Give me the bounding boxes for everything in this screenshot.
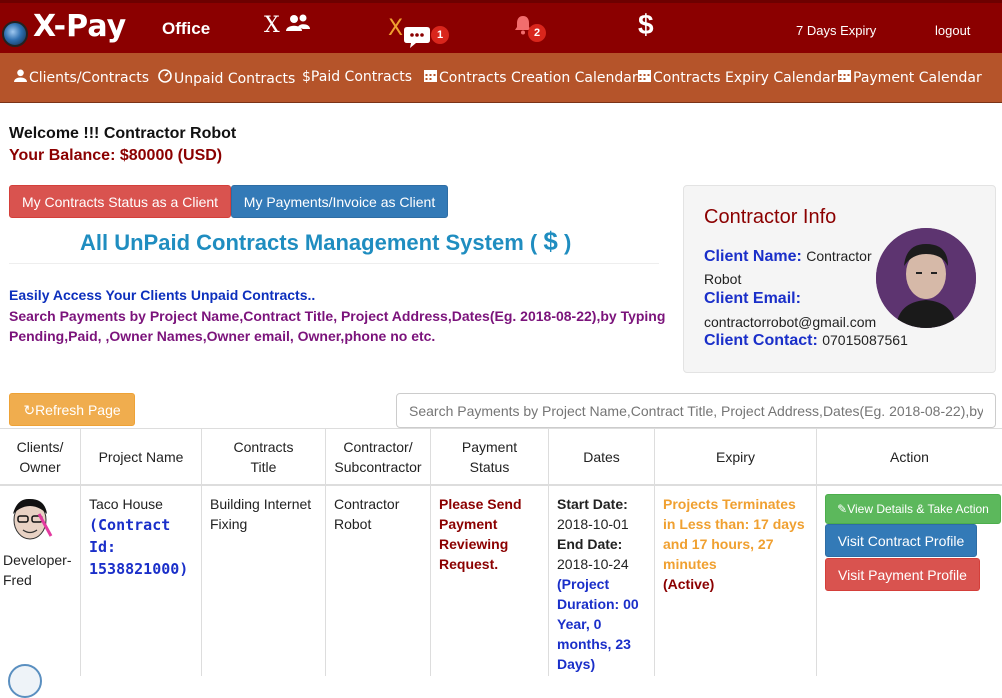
messages-badge: 1 bbox=[431, 26, 449, 44]
calendar-icon bbox=[838, 70, 851, 82]
project-name: Taco House bbox=[89, 496, 163, 512]
contract-id: (Contract Id: 1538821000) bbox=[89, 516, 189, 578]
client-contact-value: 07015087561 bbox=[822, 332, 908, 348]
notifications-link[interactable]: 2 bbox=[514, 15, 546, 42]
nav-clients-contracts[interactable]: Clients/Contracts bbox=[14, 69, 149, 86]
nav-expiry-calendar[interactable]: Contracts Expiry Calendar bbox=[638, 69, 836, 86]
col-header-action: Action bbox=[817, 428, 1002, 486]
active-status: (Active) bbox=[663, 576, 715, 592]
col-header-status: Payment Status bbox=[431, 428, 549, 486]
contractor-info-panel: Contractor Info Client Name: Contractor … bbox=[683, 185, 996, 373]
end-date-value: 2018-10-24 bbox=[557, 556, 629, 572]
start-date-label: Start Date: bbox=[557, 496, 628, 512]
description-line: Easily Access Your Clients Unpaid Contra… bbox=[9, 287, 316, 303]
page-title: All UnPaid Contracts Management System (… bbox=[80, 226, 571, 257]
calendar-icon bbox=[638, 70, 651, 82]
dashboard-icon bbox=[158, 69, 172, 83]
page-title-dollar: $ bbox=[543, 226, 558, 256]
client-name-label: Client Name: bbox=[704, 248, 802, 265]
col-header-title: Contracts Title bbox=[202, 428, 326, 486]
payments-invoice-button[interactable]: My Payments/Invoice as Client bbox=[231, 185, 448, 218]
expiry-countdown: Projects Terminates in Less than: 17 days… bbox=[663, 496, 805, 572]
user-icon bbox=[14, 69, 27, 82]
nav-label: Clients/Contracts bbox=[29, 70, 150, 86]
users-icon bbox=[286, 14, 310, 31]
end-date-label: End Date: bbox=[557, 536, 623, 552]
contractor-avatar bbox=[876, 228, 976, 328]
client-name-value-cont: Robot bbox=[704, 271, 742, 287]
page-title-close: ) bbox=[563, 230, 572, 255]
col-header-project: Project Name bbox=[81, 428, 202, 486]
x-letter: X bbox=[264, 13, 280, 38]
nav-label: Contracts Expiry Calendar bbox=[653, 70, 837, 86]
start-date-value: 2018-10-01 bbox=[557, 516, 629, 532]
brand-name: X-Pay bbox=[33, 9, 127, 44]
globe-icon bbox=[2, 21, 28, 47]
client-name-value: Contractor bbox=[806, 248, 872, 264]
view-details-button[interactable]: ✎View Details & Take Action bbox=[825, 494, 1001, 524]
owner-name: Developer- Fred bbox=[3, 552, 72, 588]
client-name-row: Client Name: Contractor bbox=[704, 248, 872, 266]
cell-expiry: Projects Terminates in Less than: 17 days… bbox=[655, 486, 817, 676]
cell-owner: Developer- Fred bbox=[0, 486, 81, 698]
refresh-label: Refresh Page bbox=[35, 402, 121, 418]
welcome-text: Welcome !!! Contractor Robot bbox=[9, 125, 237, 142]
col-header-contractor: Contractor/Subcontractor bbox=[326, 428, 431, 486]
cell-action: ✎View Details & Take Action Visit Contra… bbox=[817, 486, 1002, 676]
nav-payment-calendar[interactable]: Payment Calendar bbox=[838, 69, 982, 86]
contracts-status-button[interactable]: My Contracts Status as a Client bbox=[9, 185, 231, 218]
col-header-expiry: Expiry bbox=[655, 428, 817, 486]
nav-paid-contracts[interactable]: $Paid Contracts bbox=[302, 69, 412, 85]
client-contact-label: Client Contact: bbox=[704, 332, 818, 349]
globe-icon bbox=[8, 664, 42, 698]
nav-label: Payment Calendar bbox=[853, 70, 982, 86]
calendar-icon bbox=[424, 70, 437, 82]
client-contact-row: Client Contact: 07015087561 bbox=[704, 332, 908, 350]
view-details-label: View Details & Take Action bbox=[847, 502, 989, 516]
search-input[interactable] bbox=[396, 393, 996, 428]
pencil-icon: ✎ bbox=[837, 502, 848, 516]
refresh-icon: ↻ bbox=[23, 402, 36, 418]
users-link[interactable]: X bbox=[264, 13, 310, 38]
refresh-page-button[interactable]: ↻Refresh Page bbox=[9, 393, 135, 426]
balance-text: Your Balance: $80000 (USD) bbox=[9, 147, 223, 164]
nav-unpaid-contracts[interactable]: Unpaid Contracts bbox=[158, 69, 295, 87]
page-title-text: All UnPaid Contracts Management System ( bbox=[80, 230, 538, 255]
info-title: Contractor Info bbox=[704, 206, 837, 228]
expiry-text: 7 Days Expiry bbox=[796, 23, 877, 38]
brand-logo[interactable]: X-Pay bbox=[0, 7, 130, 57]
cell-title: Building Internet Fixing bbox=[202, 486, 326, 676]
divider bbox=[9, 263, 659, 264]
col-header-dates: Dates bbox=[549, 428, 655, 486]
person-photo-icon bbox=[876, 228, 976, 328]
client-email-value: contractorrobot@gmail.com bbox=[704, 314, 877, 330]
payments-link[interactable]: $ bbox=[638, 9, 654, 41]
cell-project: Taco House (Contract Id: 1538821000) bbox=[81, 486, 202, 676]
owner-avatar bbox=[3, 494, 57, 544]
nav-label: Contracts Creation Calendar bbox=[439, 70, 638, 86]
logout-link[interactable]: logout bbox=[935, 23, 970, 38]
office-link[interactable]: Office bbox=[162, 19, 210, 39]
top-header: X-Pay Office X X 1 2 $ 7 Days Expiry log… bbox=[0, 0, 1002, 57]
notifications-badge: 2 bbox=[528, 24, 546, 42]
x-letter-orange: X bbox=[388, 16, 404, 41]
project-duration: (Project Duration: 00 Year, 0 months, 23 Day… bbox=[557, 576, 639, 672]
col-header-owner: Clients/Owner bbox=[0, 428, 81, 486]
secondary-nav: Clients/Contracts Unpaid Contracts $Paid… bbox=[0, 53, 1002, 103]
client-email-label: Client Email: bbox=[704, 290, 801, 307]
messages-link[interactable]: X 1 bbox=[388, 16, 449, 48]
visit-payment-profile-button[interactable]: Visit Payment Profile bbox=[825, 558, 980, 591]
search-instructions: Search Payments by Project Name,Contract… bbox=[9, 308, 666, 344]
cell-status: Please Send Payment Reviewing Request. bbox=[431, 486, 549, 676]
chat-icon bbox=[404, 27, 430, 48]
cell-dates: Start Date: 2018-10-01 End Date: 2018-10… bbox=[549, 486, 655, 676]
nav-label: Unpaid Contracts bbox=[174, 71, 296, 87]
visit-contract-profile-button[interactable]: Visit Contract Profile bbox=[825, 524, 977, 557]
nav-creation-calendar[interactable]: Contracts Creation Calendar bbox=[424, 69, 638, 86]
cell-contractor: Contractor Robot bbox=[326, 486, 431, 676]
nav-label: Paid Contracts bbox=[310, 69, 413, 85]
dollar-icon: $ bbox=[302, 69, 311, 85]
